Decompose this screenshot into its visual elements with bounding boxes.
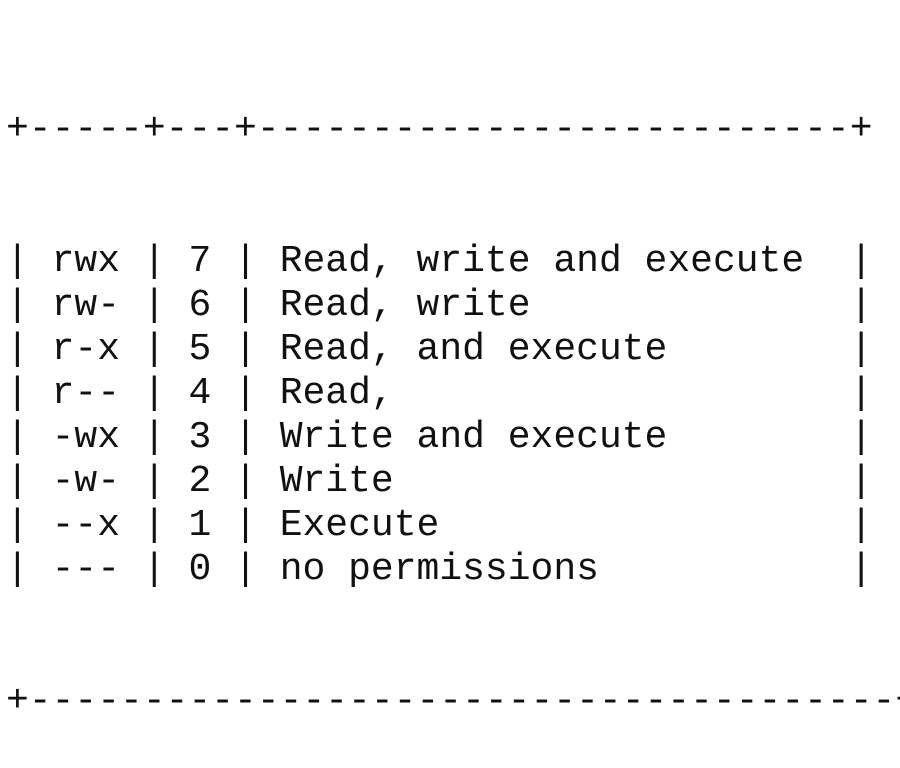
permission-description: Read, — [279, 372, 827, 415]
table-rows: | rwx | 7 | Read, write and execute | | r… — [6, 240, 900, 592]
row-border: | — [6, 328, 52, 371]
permission-description: Read, write and execute — [279, 240, 827, 283]
row-separator: | — [211, 548, 280, 591]
row-separator: | — [211, 240, 280, 283]
row-border: | — [826, 240, 873, 283]
row-separator: | — [211, 284, 280, 327]
permission-octal: 7 — [188, 240, 212, 283]
permission-description: Read, write — [279, 284, 827, 327]
permission-octal: 3 — [188, 416, 212, 459]
row-separator: | — [211, 328, 280, 371]
row-border: | — [6, 460, 52, 503]
row-border: | — [826, 460, 873, 503]
table-row: | r-x | 5 | Read, and execute | — [6, 328, 900, 372]
row-separator: | — [120, 504, 189, 547]
permission-symbolic: r-x — [51, 328, 121, 371]
row-border: | — [826, 548, 873, 591]
row-separator: | — [120, 460, 189, 503]
row-separator: | — [120, 328, 189, 371]
table-row: | -w- | 2 | Write | — [6, 460, 900, 504]
table-row: | --x | 1 | Execute | — [6, 504, 900, 548]
permission-description: Read, and execute — [279, 328, 827, 371]
row-border: | — [826, 416, 873, 459]
row-separator: | — [120, 284, 189, 327]
permission-symbolic: -wx — [51, 416, 121, 459]
permission-octal: 5 — [188, 328, 212, 371]
permission-octal: 2 — [188, 460, 212, 503]
row-separator: | — [120, 548, 189, 591]
table-row: | -wx | 3 | Write and execute | — [6, 416, 900, 460]
row-border: | — [6, 284, 52, 327]
table-row: | rw- | 6 | Read, write | — [6, 284, 900, 328]
permission-description: Write and execute — [279, 416, 827, 459]
permission-symbolic: rwx — [51, 240, 121, 283]
row-border: | — [6, 240, 52, 283]
permission-symbolic: --- — [51, 548, 121, 591]
permission-description: Execute — [279, 504, 827, 547]
permissions-table: +-----+---+--------------------------+ |… — [6, 20, 900, 768]
permission-octal: 6 — [188, 284, 212, 327]
row-border: | — [826, 284, 873, 327]
row-separator: | — [211, 372, 280, 415]
permission-symbolic: rw- — [51, 284, 121, 327]
row-separator: | — [120, 240, 189, 283]
row-separator: | — [211, 460, 280, 503]
table-bottom-border: +--------------------------------------+ — [6, 680, 900, 723]
row-border: | — [6, 372, 52, 415]
row-border: | — [826, 328, 873, 371]
table-row: | rwx | 7 | Read, write and execute | — [6, 240, 900, 284]
permission-octal: 0 — [188, 548, 212, 591]
row-border: | — [6, 504, 52, 547]
permission-octal: 1 — [188, 504, 212, 547]
row-border: | — [6, 416, 52, 459]
table-row: | --- | 0 | no permissions | — [6, 548, 900, 592]
permission-description: Write — [279, 460, 827, 503]
row-separator: | — [211, 416, 280, 459]
row-border: | — [6, 548, 52, 591]
table-row: | r-- | 4 | Read, | — [6, 372, 900, 416]
table-top-border: +-----+---+--------------------------+ — [6, 108, 873, 151]
row-border: | — [826, 372, 873, 415]
permission-description: no permissions — [279, 548, 827, 591]
row-separator: | — [211, 504, 280, 547]
permission-symbolic: r-- — [51, 372, 121, 415]
permission-octal: 4 — [188, 372, 212, 415]
permission-symbolic: --x — [51, 504, 121, 547]
row-border: | — [826, 504, 873, 547]
row-separator: | — [120, 372, 189, 415]
permission-symbolic: -w- — [51, 460, 121, 503]
row-separator: | — [120, 416, 189, 459]
